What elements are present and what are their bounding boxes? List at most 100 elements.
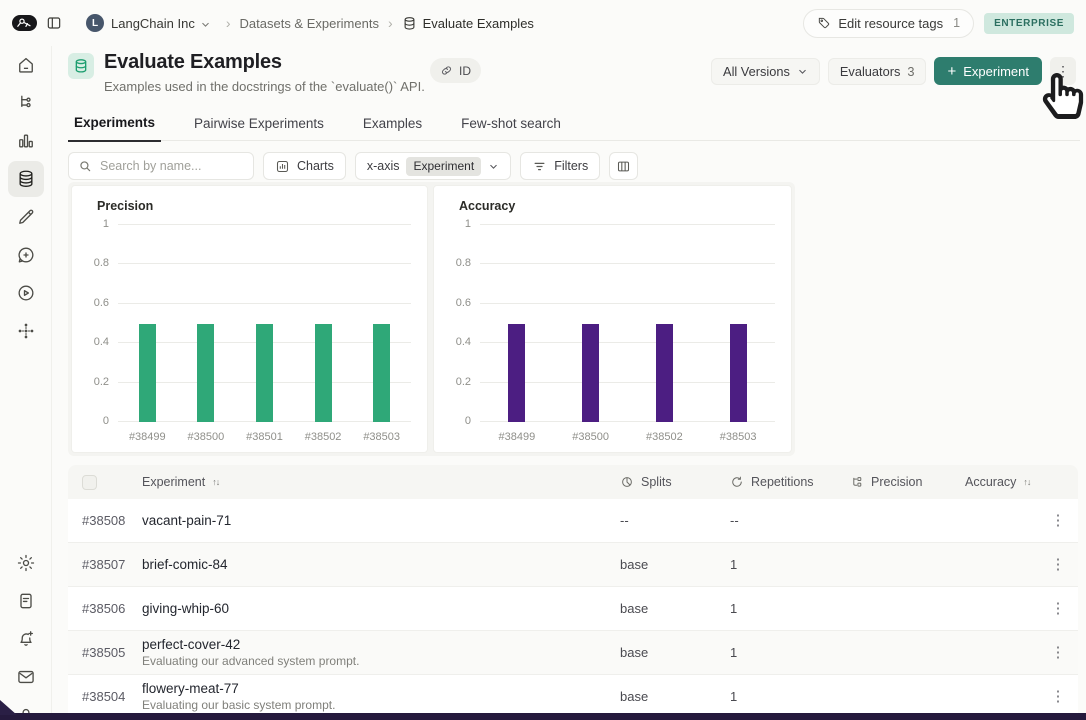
accuracy-bar-38503[interactable] xyxy=(730,324,747,423)
gear-icon xyxy=(16,553,36,573)
y-axis-tick-label: 0.6 xyxy=(94,297,109,309)
columns-button[interactable] xyxy=(609,152,638,180)
evaluators-button[interactable]: Evaluators 3 xyxy=(828,58,927,85)
charts-toggle-button[interactable]: Charts xyxy=(263,152,346,180)
column-header-repetitions[interactable]: Repetitions xyxy=(708,475,828,489)
filter-icon xyxy=(532,159,547,174)
play-circle-icon xyxy=(16,283,36,303)
sidebar-item-notifications[interactable] xyxy=(8,621,44,657)
row-menu-button[interactable]: ⋮ xyxy=(1044,643,1073,662)
column-header-accuracy[interactable]: Accuracy ↑↓ xyxy=(943,475,1038,489)
top-bar: L LangChain Inc › Datasets & Experiments… xyxy=(0,0,1086,46)
new-experiment-button[interactable]: + Experiment xyxy=(934,57,1042,85)
repetitions-column-label: Repetitions xyxy=(751,475,814,489)
experiment-description: Evaluating our advanced system prompt. xyxy=(142,654,598,668)
sidebar-item-tracing[interactable] xyxy=(8,85,44,121)
table-row[interactable]: #38508 vacant-pain-71 -- -- ⋮ xyxy=(68,499,1078,543)
sidebar-item-deployments[interactable] xyxy=(8,313,44,349)
accuracy-bar-38499[interactable] xyxy=(508,324,525,423)
column-header-experiment[interactable]: Experiment ↑↓ xyxy=(142,475,598,489)
column-header-precision[interactable]: Precision xyxy=(828,475,943,489)
row-menu-button[interactable]: ⋮ xyxy=(1044,511,1073,530)
experiment-id: #38505 xyxy=(82,645,142,660)
sidebar-item-playground[interactable] xyxy=(8,275,44,311)
row-menu-button[interactable]: ⋮ xyxy=(1044,555,1073,574)
y-axis-tick-label: 0.6 xyxy=(456,297,471,309)
table-row[interactable]: #38506 giving-whip-60 base 1 ⋮ xyxy=(68,587,1078,631)
sidebar-item-mail[interactable] xyxy=(8,659,44,695)
filters-button-label: Filters xyxy=(554,159,588,173)
langsmith-dataset-page: L LangChain Inc › Datasets & Experiments… xyxy=(0,0,1086,720)
y-axis-tick-label: 0 xyxy=(465,415,471,427)
y-axis-tick-label: 0.2 xyxy=(94,376,109,388)
precision-bar-38500[interactable] xyxy=(197,324,214,423)
experiment-column-label: Experiment xyxy=(142,475,205,489)
breadcrumb-org[interactable]: LangChain Inc xyxy=(111,16,195,31)
xaxis-dropdown[interactable]: x-axis Experiment xyxy=(355,152,511,180)
database-icon xyxy=(16,169,36,189)
breadcrumb-section[interactable]: Datasets & Experiments xyxy=(240,16,379,31)
precision-column-label: Precision xyxy=(871,475,922,489)
kebab-icon: ⋮ xyxy=(1056,63,1070,80)
repetitions-value: 1 xyxy=(708,601,828,616)
y-axis-tick-label: 0.2 xyxy=(456,376,471,388)
chevron-down-icon[interactable] xyxy=(200,19,211,30)
sidebar xyxy=(0,46,52,720)
table-row[interactable]: #38507 brief-comic-84 base 1 ⋮ xyxy=(68,543,1078,587)
evaluators-count: 3 xyxy=(907,64,914,79)
precision-bar-38503[interactable] xyxy=(373,324,390,423)
tree-list-icon xyxy=(850,475,864,489)
experiment-id: #38504 xyxy=(82,689,142,704)
filters-button[interactable]: Filters xyxy=(520,152,600,180)
splits-column-label: Splits xyxy=(641,475,672,489)
sidebar-item-monitoring[interactable] xyxy=(8,123,44,159)
experiment-id: #38507 xyxy=(82,557,142,572)
experiment-name: brief-comic-84 xyxy=(142,557,598,572)
sidebar-item-datasets[interactable] xyxy=(8,161,44,197)
edit-resource-tags-button[interactable]: Edit resource tags 1 xyxy=(803,9,974,38)
precision-bar-38501[interactable] xyxy=(256,324,273,423)
sidebar-toggle-button[interactable] xyxy=(46,15,62,31)
charts-button-label: Charts xyxy=(297,159,334,173)
tab-bar: Experiments Pairwise Experiments Example… xyxy=(68,114,567,142)
header-menu-button[interactable]: ⋮ xyxy=(1050,57,1076,85)
chart-title: Accuracy xyxy=(459,199,515,213)
header-controls: All Versions Evaluators 3 + Experiment ⋮ xyxy=(711,57,1076,85)
precision-bar-38499[interactable] xyxy=(139,324,156,423)
bell-plus-icon xyxy=(16,629,36,649)
row-menu-button[interactable]: ⋮ xyxy=(1044,599,1073,618)
sidebar-item-prompts[interactable] xyxy=(8,237,44,273)
splits-value: -- xyxy=(598,513,708,528)
x-axis-label: #38499 xyxy=(118,431,177,443)
accuracy-bar-38502[interactable] xyxy=(656,324,673,423)
tab-pairwise-experiments[interactable]: Pairwise Experiments xyxy=(188,114,330,142)
copy-id-button[interactable]: ID xyxy=(430,58,481,83)
graph-nodes-icon xyxy=(16,321,36,341)
select-all-checkbox[interactable] xyxy=(82,475,97,490)
chart-title: Precision xyxy=(97,199,153,213)
sidebar-item-docs[interactable] xyxy=(8,583,44,619)
database-icon xyxy=(402,16,417,31)
tags-count: 1 xyxy=(953,16,960,30)
org-avatar[interactable]: L xyxy=(86,14,104,32)
tab-examples[interactable]: Examples xyxy=(357,114,428,142)
precision-bar-38502[interactable] xyxy=(315,324,332,423)
row-menu-button[interactable]: ⋮ xyxy=(1044,687,1073,706)
search-input[interactable] xyxy=(98,158,238,174)
experiment-id: #38508 xyxy=(82,513,142,528)
sidebar-item-annotation[interactable] xyxy=(8,199,44,235)
tab-fewshot-search[interactable]: Few-shot search xyxy=(455,114,567,142)
tab-experiments[interactable]: Experiments xyxy=(68,114,161,142)
chart-icon xyxy=(275,159,290,174)
sidebar-item-settings[interactable] xyxy=(8,545,44,581)
table-body: #38508 vacant-pain-71 -- -- ⋮ #38507 bri… xyxy=(68,499,1078,719)
x-axis-label: #38503 xyxy=(701,431,775,443)
versions-dropdown[interactable]: All Versions xyxy=(711,58,820,85)
sidebar-item-home[interactable] xyxy=(8,47,44,83)
column-header-splits[interactable]: Splits xyxy=(598,475,708,489)
accuracy-bar-38500[interactable] xyxy=(582,324,599,423)
xaxis-selected-value: Experiment xyxy=(406,157,481,176)
table-row[interactable]: #38505 perfect-cover-42 Evaluating our a… xyxy=(68,631,1078,675)
accuracy-column-label: Accuracy xyxy=(965,475,1016,489)
x-axis-label: #38502 xyxy=(628,431,702,443)
